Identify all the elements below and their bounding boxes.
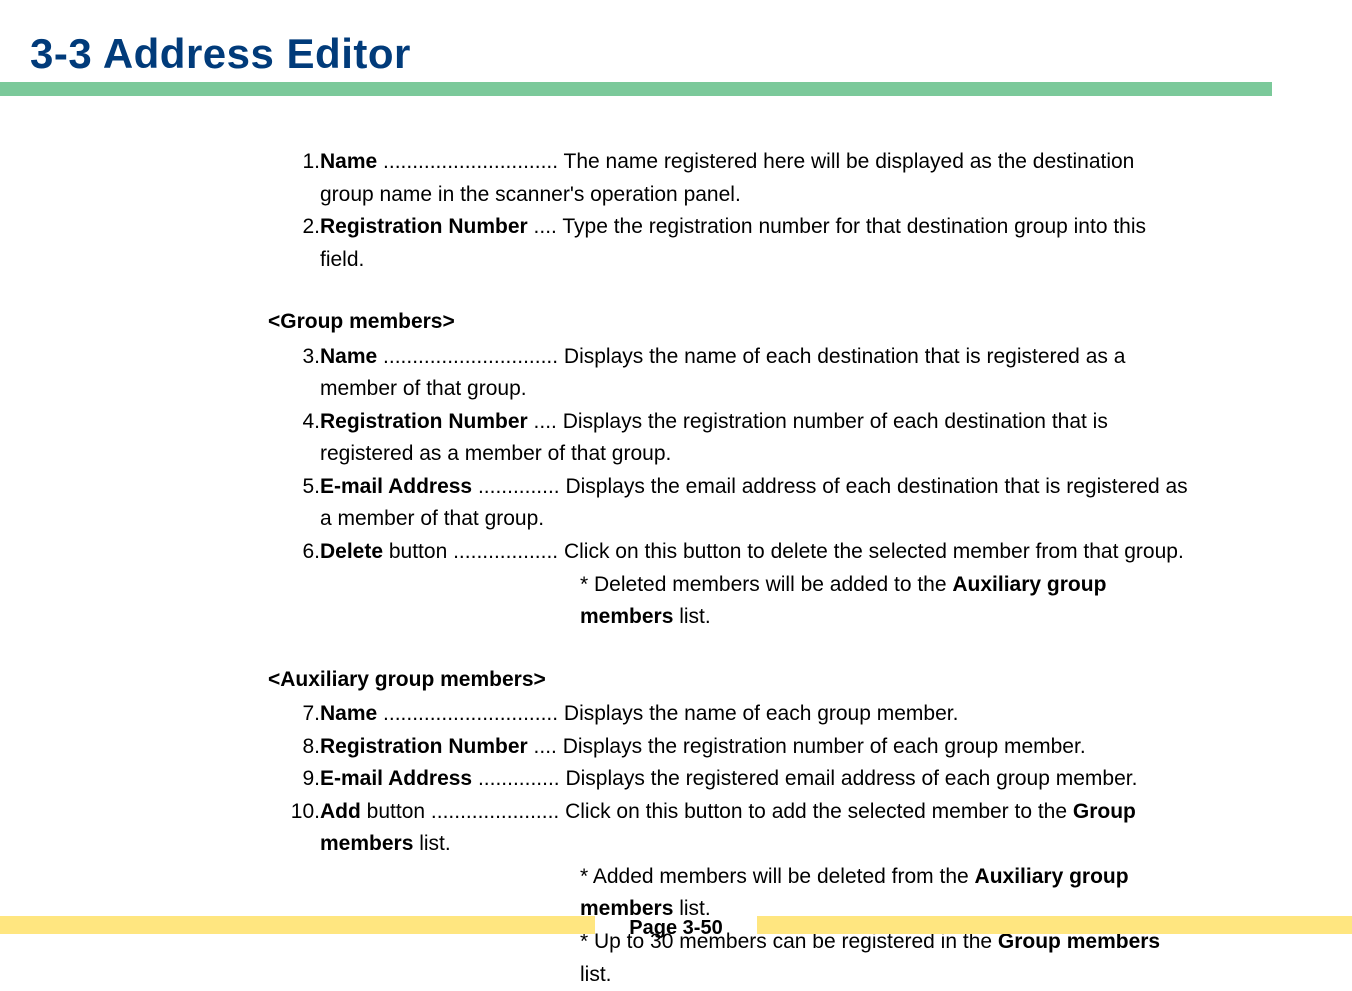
item-number: 10. [280, 796, 320, 861]
item-label: Name [320, 702, 377, 725]
leader-dots: .............................. [377, 345, 564, 368]
note-prefix: * Added members will be deleted from the [580, 865, 975, 888]
list-item: 7. Name .............................. D… [280, 698, 1192, 731]
item-text: Name .............................. Disp… [320, 698, 958, 731]
item-label: E-mail Address [320, 475, 472, 498]
list-item: 9. E-mail Address .............. Display… [280, 763, 1192, 796]
item-label: Name [320, 150, 377, 173]
list-item: 1. Name .............................. T… [280, 146, 1192, 211]
item-number: 8. [280, 731, 320, 764]
header-row: 3-3 Address Editor [30, 30, 1272, 78]
item-label: Registration Number [320, 410, 528, 433]
list-item: 2. Registration Number .... Type the reg… [280, 211, 1192, 276]
list-item: 10. Add button ...................... Cl… [280, 796, 1192, 861]
list-item: 3. Name .............................. D… [280, 341, 1192, 406]
leader-dots: .............. [472, 767, 565, 790]
leader-dots: .............. [472, 475, 565, 498]
item-number: 5. [280, 471, 320, 536]
item-number: 2. [280, 211, 320, 276]
item-number: 6. [280, 536, 320, 569]
leader-dots: ...................... [425, 800, 565, 823]
note-prefix: * Deleted members will be added to the [580, 573, 952, 596]
item-text: Registration Number .... Displays the re… [320, 731, 1086, 764]
item-text: Registration Number .... Displays the re… [320, 406, 1192, 471]
item-number: 7. [280, 698, 320, 731]
item-desc-suffix: list. [413, 832, 450, 855]
item-label: E-mail Address [320, 767, 472, 790]
item-text: E-mail Address .............. Displays t… [320, 763, 1137, 796]
item-label: Registration Number [320, 735, 528, 758]
leader-dots: .... [528, 215, 563, 238]
item-number: 1. [280, 146, 320, 211]
note-suffix: list. [580, 963, 612, 986]
page-number: Page 3-50 [0, 917, 1352, 940]
item-text: Delete button .................. Click o… [320, 536, 1184, 569]
page-title: 3-3 Address Editor [30, 30, 411, 78]
document-page: 3-3 Address Editor 1. Name .............… [0, 0, 1352, 954]
item-desc: Displays the registration number of each… [563, 735, 1086, 758]
item-number: 9. [280, 763, 320, 796]
section-heading-group: <Group members> [268, 306, 1192, 339]
note-suffix: list. [673, 605, 710, 628]
list-item: 5. E-mail Address .............. Display… [280, 471, 1192, 536]
item-desc-prefix: Click on this button to add the selected… [565, 800, 1073, 823]
item-text: Name .............................. The … [320, 146, 1192, 211]
item-text: Add button ...................... Click … [320, 796, 1192, 861]
footer: Page 3-50 [0, 894, 1352, 954]
item-desc: Displays the registered email address of… [565, 767, 1137, 790]
item-label: Delete [320, 540, 383, 563]
leader-dots: .... [528, 410, 563, 433]
item-label: Name [320, 345, 377, 368]
item-number: 4. [280, 406, 320, 471]
list-item: 4. Registration Number .... Displays the… [280, 406, 1192, 471]
list-item: 6. Delete button .................. Clic… [280, 536, 1192, 569]
item-text: E-mail Address .............. Displays t… [320, 471, 1192, 536]
item-number: 3. [280, 341, 320, 406]
title-underline-bar [0, 82, 1272, 96]
leader-dots: .............................. [377, 150, 563, 173]
content-body: 1. Name .............................. T… [280, 146, 1192, 991]
list-item: 8. Registration Number .... Displays the… [280, 731, 1192, 764]
item-desc: Click on this button to delete the selec… [564, 540, 1184, 563]
item-label: Registration Number [320, 215, 528, 238]
item-label-suffix: button [361, 800, 425, 823]
item-label-suffix: button [383, 540, 447, 563]
section-heading-aux: <Auxiliary group members> [268, 664, 1192, 697]
item-label: Add [320, 800, 361, 823]
item-note: * Deleted members will be added to the A… [580, 569, 1192, 634]
leader-dots: .............................. [377, 702, 564, 725]
item-text: Name .............................. Disp… [320, 341, 1192, 406]
leader-dots: .................. [447, 540, 564, 563]
item-desc: Displays the name of each group member. [564, 702, 959, 725]
leader-dots: .... [528, 735, 563, 758]
item-text: Registration Number .... Type the regist… [320, 211, 1192, 276]
